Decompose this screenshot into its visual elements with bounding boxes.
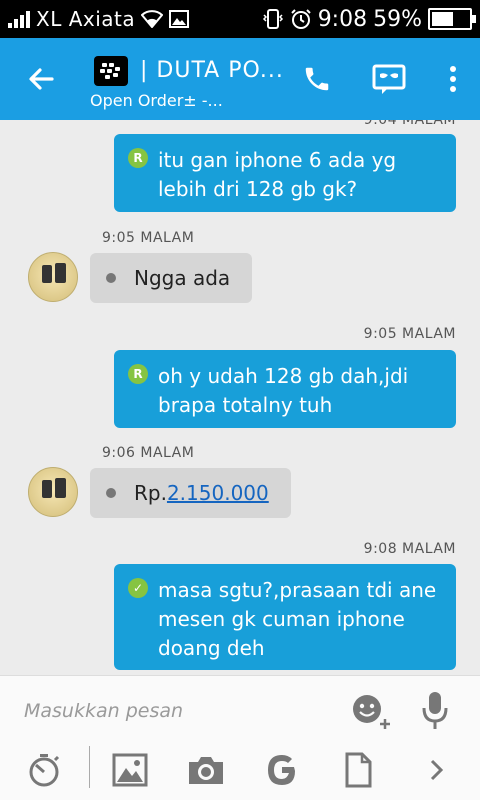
outgoing-message[interactable]: R oh y udah 128 gb dah,jdi brapa totalny… <box>114 350 456 428</box>
back-button[interactable] <box>24 62 58 96</box>
more-attachments-button[interactable] <box>420 750 454 790</box>
incoming-message[interactable]: Rp.2.150.000 <box>90 468 291 518</box>
document-icon <box>345 752 372 788</box>
blackberry-logo-icon <box>94 56 128 86</box>
camera-button[interactable] <box>184 750 228 790</box>
signal-icon <box>8 10 30 28</box>
more-vert-icon <box>450 66 456 92</box>
message-text: Ngga ada <box>134 266 231 290</box>
message-timestamp: 9:05 MALAM <box>102 230 195 246</box>
clock: 9:08 <box>317 6 368 32</box>
emoticon-add-icon <box>353 695 390 729</box>
back-arrow-icon <box>29 68 54 90</box>
chat-history[interactable]: 9:04 MALAM R itu gan iphone 6 ada yg leb… <box>0 120 480 675</box>
message-text-line: mesen gk cuman iphone <box>158 607 405 631</box>
phone-number-link[interactable]: 2.150.000 <box>167 481 269 505</box>
message-text-prefix: Rp. <box>134 481 167 505</box>
outgoing-message[interactable]: ✓ masa sgtu?,prasaan tdi ane mesen gk cu… <box>114 564 456 670</box>
carrier-name: XL Axiata <box>36 7 136 31</box>
image-notification-icon <box>169 10 190 28</box>
message-timestamp: 9:05 MALAM <box>363 326 456 342</box>
vibrate-icon <box>262 9 283 29</box>
attach-file-button[interactable] <box>338 750 378 790</box>
incoming-message[interactable]: Ngga ada <box>90 253 253 303</box>
message-timestamp: 9:06 MALAM <box>102 445 195 461</box>
battery-percent: 59% <box>373 6 422 32</box>
read-status-icon: R <box>128 148 148 168</box>
avatar[interactable] <box>28 467 78 517</box>
google-search-button[interactable] <box>262 750 302 790</box>
message-text-line: oh y udah 128 gb dah,jdi <box>158 364 409 388</box>
call-button[interactable] <box>300 62 334 96</box>
timed-message-button[interactable] <box>24 750 64 790</box>
message-timestamp: 9:08 MALAM <box>363 541 456 557</box>
bullet-icon <box>106 488 116 498</box>
mask-chat-icon <box>372 64 406 94</box>
bullet-icon <box>106 273 116 283</box>
app-bar: | DUTA PO... Open Order± -... <box>0 38 480 120</box>
google-g-icon <box>268 755 295 785</box>
message-text-line: itu gan iphone 6 ada yg <box>158 148 397 172</box>
message-input[interactable] <box>24 696 324 726</box>
bbm-video-button[interactable] <box>372 62 406 96</box>
alarm-icon <box>290 9 311 29</box>
picture-icon <box>112 753 148 787</box>
message-text-line: lebih dri 128 gb gk? <box>158 177 358 201</box>
read-status-icon: R <box>128 364 148 384</box>
toolbar-divider <box>89 746 90 788</box>
camera-icon <box>189 757 223 784</box>
microphone-icon <box>422 692 448 729</box>
chat-subtitle[interactable]: Open Order± -... <box>90 91 223 110</box>
wifi-icon <box>141 10 164 28</box>
outgoing-message[interactable]: R itu gan iphone 6 ada yg lebih dri 128 … <box>114 134 456 212</box>
status-bar: XL Axiata 9:08 59% <box>0 0 480 38</box>
delivered-check-icon: ✓ <box>128 578 148 598</box>
phone-icon <box>305 67 329 91</box>
message-text-line: brapa totalny tuh <box>158 393 333 417</box>
emoticon-button[interactable] <box>350 690 392 732</box>
chevron-right-icon <box>430 759 444 781</box>
stopwatch-icon <box>29 754 60 787</box>
voice-note-button[interactable] <box>416 688 454 732</box>
message-timestamp: 9:04 MALAM <box>363 120 456 128</box>
battery-icon <box>428 8 476 30</box>
composer <box>0 675 480 800</box>
message-text-line: masa sgtu?,prasaan tdi ane <box>158 578 437 602</box>
avatar[interactable] <box>28 252 78 302</box>
message-text-line: doang deh <box>158 636 265 660</box>
overflow-menu-button[interactable] <box>436 62 470 96</box>
gallery-button[interactable] <box>110 750 150 790</box>
chat-title[interactable]: | DUTA PO... <box>140 58 284 83</box>
